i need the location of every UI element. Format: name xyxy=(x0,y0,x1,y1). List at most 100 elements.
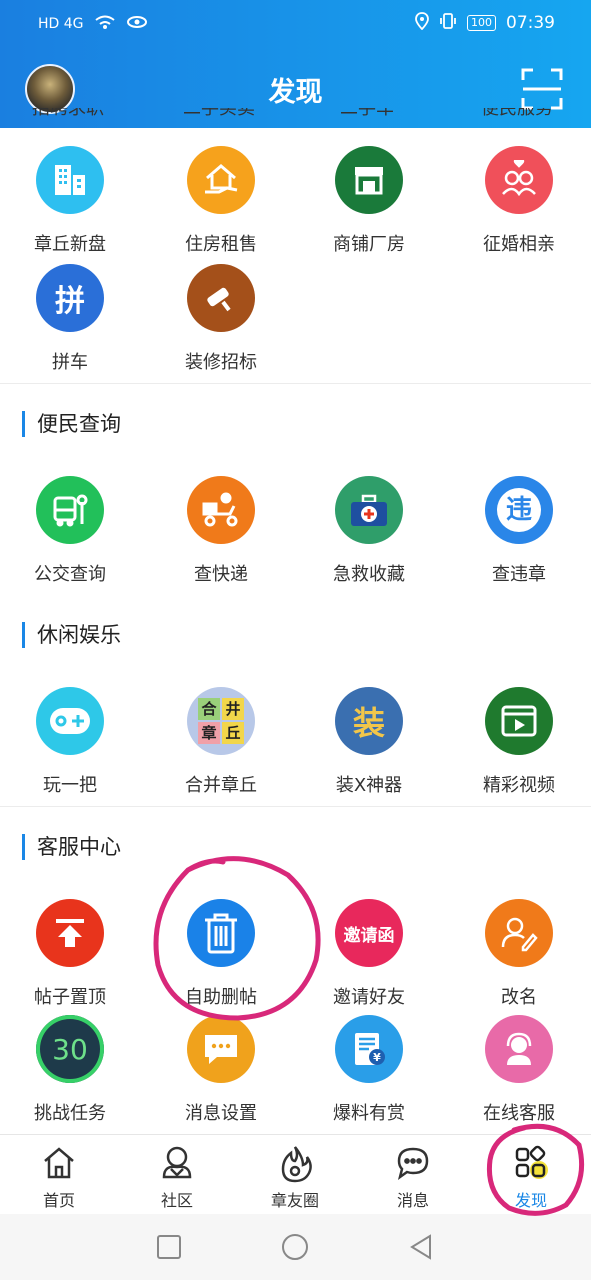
rename-icon xyxy=(485,899,553,967)
gamepad-icon xyxy=(36,687,104,755)
grid-item-label: 住房租售 xyxy=(185,234,257,255)
status-time: 07:39 xyxy=(506,13,555,33)
partial-label[interactable]: 二手车 xyxy=(340,108,394,120)
grid-item-merge[interactable]: 合 井 章 丘 合并章丘 xyxy=(147,687,295,797)
reward-news-icon: ¥ xyxy=(335,1015,403,1083)
nav-discover[interactable]: 发现 xyxy=(472,1143,590,1211)
battery-indicator: 100 xyxy=(467,15,496,31)
grid-item-label: 自助删帖 xyxy=(185,987,257,1008)
grid-row: 拼 拼车 装修招标 xyxy=(0,264,591,374)
grid-row: 章丘新盘 住房租售 商铺厂房 征婚相亲 xyxy=(0,146,591,256)
svg-text:¥: ¥ xyxy=(373,1051,381,1064)
first-aid-kit-icon xyxy=(335,476,403,544)
nav-label: 首页 xyxy=(42,1191,75,1210)
couple-icon xyxy=(485,146,553,214)
grid-item-label: 拼车 xyxy=(52,352,88,373)
grid-item-message-settings[interactable]: 消息设置 xyxy=(147,1015,295,1125)
section-title: 客服中心 xyxy=(22,834,121,860)
grid-item-invite[interactable]: 邀请函 邀请好友 xyxy=(295,899,443,1009)
grid-item-rename[interactable]: 改名 xyxy=(445,899,591,1009)
merge-tile: 丘 xyxy=(222,722,244,744)
grid-item-pin-top[interactable]: 帖子置顶 xyxy=(0,899,144,1009)
page-title: 发现 xyxy=(268,77,323,108)
invite-glyph: 邀请函 xyxy=(343,925,395,946)
house-hand-icon xyxy=(187,146,255,214)
violation-search-icon: 违 xyxy=(485,476,553,544)
partial-label[interactable]: 二手买卖 xyxy=(183,108,255,120)
grid-item-challenge[interactable]: 30 挑战任务 xyxy=(0,1015,144,1125)
nav-community[interactable]: 社区 xyxy=(118,1143,236,1211)
grid-item-label: 邀请好友 xyxy=(333,987,405,1008)
grid-row: 公交查询 查快递 急救收藏 违 查违章 xyxy=(0,476,591,586)
partial-row: 招聘求职 二手买卖 二手车 便民服务 xyxy=(0,108,591,128)
grid-item-label: 爆料有赏 xyxy=(333,1103,405,1124)
video-play-icon xyxy=(485,687,553,755)
grid-item-bus[interactable]: 公交查询 xyxy=(0,476,144,586)
paint-roller-icon xyxy=(187,264,255,332)
grid-row: 玩一把 合 井 章 丘 合并章丘 装 装X神器 精彩视频 xyxy=(0,687,591,797)
grid-item-label: 合并章丘 xyxy=(185,775,257,796)
pin-top-icon xyxy=(36,899,104,967)
partial-label[interactable]: 便民服务 xyxy=(481,108,553,120)
home-button-icon[interactable] xyxy=(280,1232,310,1262)
grid-item-dating[interactable]: 征婚相亲 xyxy=(445,146,591,256)
divider xyxy=(0,383,591,384)
recent-apps-icon[interactable] xyxy=(154,1232,184,1262)
invite-icon: 邀请函 xyxy=(335,899,403,967)
challenge-glyph: 30 xyxy=(52,1032,88,1066)
partial-label[interactable]: 招聘求职 xyxy=(32,108,104,120)
grid-item-carpool[interactable]: 拼 拼车 xyxy=(0,264,144,374)
grid-item-label: 精彩视频 xyxy=(483,775,555,796)
grid-item-label: 查违章 xyxy=(492,564,546,585)
grid-item-label: 商铺厂房 xyxy=(333,234,405,255)
grid-row: 30 挑战任务 消息设置 ¥ 爆料有赏 在线客服 xyxy=(0,1015,591,1125)
challenge-30-icon: 30 xyxy=(36,1015,104,1083)
grid-item-customer-service[interactable]: 在线客服 xyxy=(445,1015,591,1125)
chat-icon xyxy=(393,1143,433,1183)
grid-row: 帖子置顶 自助删帖 邀请函 邀请好友 改名 xyxy=(0,899,591,1009)
bus-icon xyxy=(36,476,104,544)
zhuang-glyph: 装 xyxy=(352,704,385,742)
nav-messages[interactable]: 消息 xyxy=(354,1143,472,1211)
grid-item-label: 帖子置顶 xyxy=(34,987,106,1008)
grid-item-new-homes[interactable]: 章丘新盘 xyxy=(0,146,144,256)
grid-item-label: 消息设置 xyxy=(185,1103,257,1124)
grid-item-shops[interactable]: 商铺厂房 xyxy=(295,146,443,256)
grid-item-zhuangx[interactable]: 装 装X神器 xyxy=(295,687,443,797)
nav-label: 章友圈 xyxy=(270,1191,319,1210)
grid-item-self-delete[interactable]: 自助删帖 xyxy=(147,899,295,1009)
discover-grid-icon xyxy=(511,1143,551,1183)
grid-item-video[interactable]: 精彩视频 xyxy=(445,687,591,797)
scan-icon[interactable] xyxy=(521,68,563,110)
merge-tile: 合 xyxy=(198,698,220,720)
nav-friends-circle[interactable]: 章友圈 xyxy=(236,1143,354,1211)
nav-label: 消息 xyxy=(396,1191,429,1210)
storefront-icon xyxy=(335,146,403,214)
network-indicator: HD 4G xyxy=(38,16,84,32)
grid-item-label: 查快递 xyxy=(194,564,248,585)
building-icon xyxy=(36,146,104,214)
customer-service-icon xyxy=(485,1015,553,1083)
grid-item-violation[interactable]: 违 查违章 xyxy=(445,476,591,586)
status-bar: HD 4G 100 07:39 xyxy=(0,8,591,40)
nav-label: 社区 xyxy=(160,1191,193,1210)
system-nav-bar xyxy=(0,1214,591,1280)
grid-item-label: 装修招标 xyxy=(185,352,257,373)
grid-item-renovation[interactable]: 装修招标 xyxy=(147,264,295,374)
grid-item-housing[interactable]: 住房租售 xyxy=(147,146,295,256)
location-icon xyxy=(415,12,429,34)
zhuang-icon: 装 xyxy=(335,687,403,755)
merge-tile: 章 xyxy=(198,722,220,744)
nav-home[interactable]: 首页 xyxy=(0,1143,118,1211)
violation-glyph: 违 xyxy=(497,488,541,532)
back-icon[interactable] xyxy=(406,1232,436,1262)
grid-item-label: 章丘新盘 xyxy=(34,234,106,255)
grid-item-first-aid[interactable]: 急救收藏 xyxy=(295,476,443,586)
eye-icon xyxy=(126,14,148,34)
grid-item-express[interactable]: 查快递 xyxy=(147,476,295,586)
grid-item-label: 在线客服 xyxy=(483,1103,555,1124)
section-title: 便民查询 xyxy=(22,411,121,437)
grid-item-reward[interactable]: ¥ 爆料有赏 xyxy=(295,1015,443,1125)
grid-item-label: 公交查询 xyxy=(34,564,106,585)
grid-item-game[interactable]: 玩一把 xyxy=(0,687,144,797)
